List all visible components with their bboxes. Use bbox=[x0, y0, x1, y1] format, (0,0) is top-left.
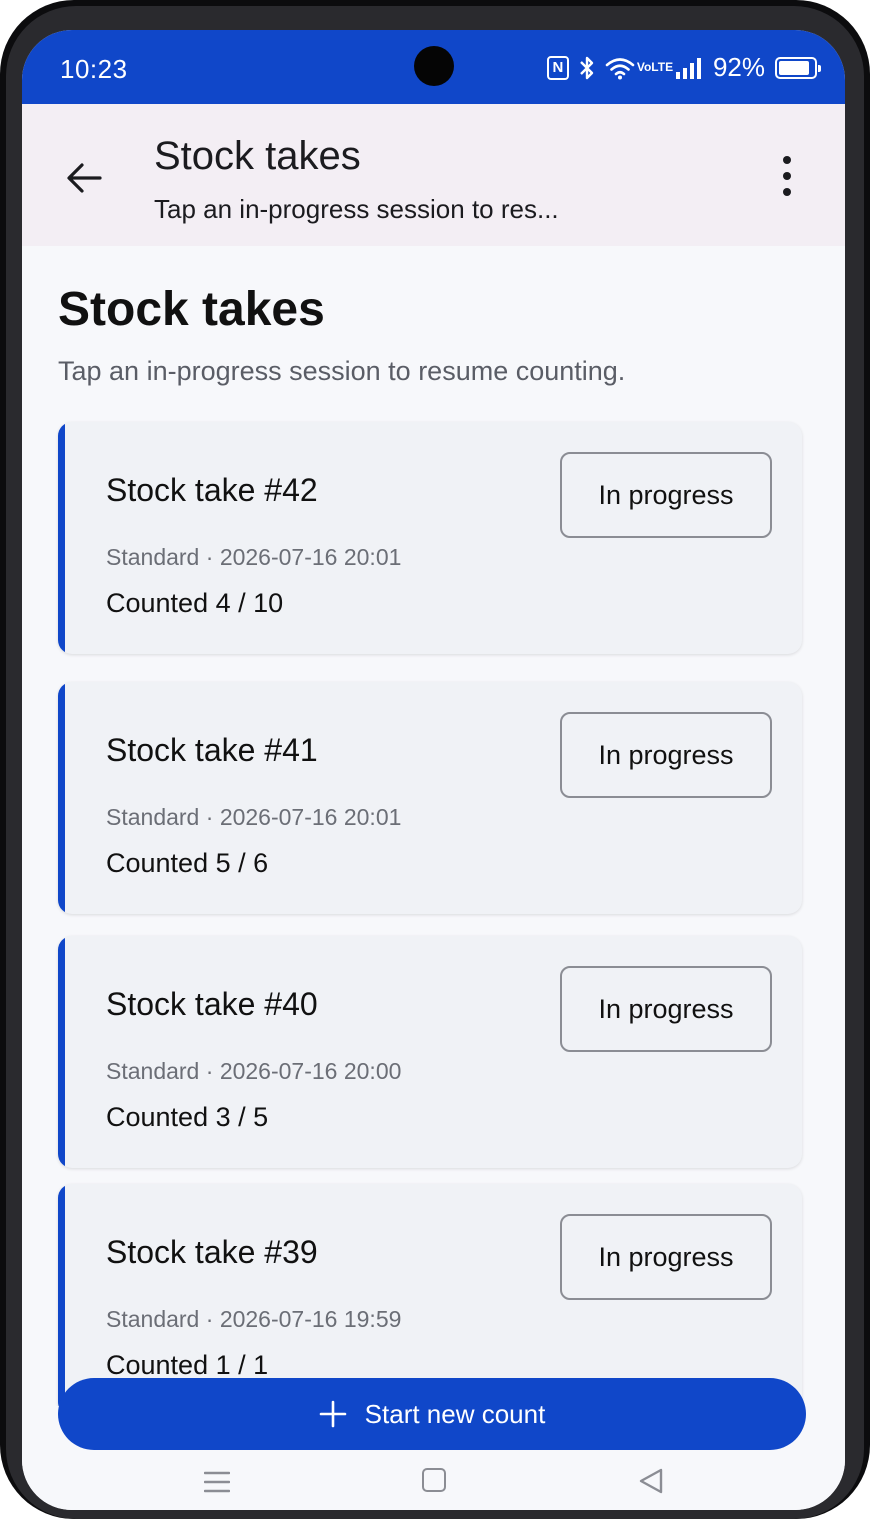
status-chip[interactable]: In progress bbox=[560, 1214, 772, 1300]
battery-icon bbox=[775, 56, 821, 79]
card-counted: Counted 5 / 6 bbox=[106, 848, 269, 878]
card-meta: Standard · 2026-07-16 20:01 bbox=[106, 804, 401, 831]
arrow-left-icon bbox=[67, 163, 102, 193]
card-meta: Standard · 2026-07-16 20:01 bbox=[106, 544, 401, 571]
status-bar: 10:23 N Vo LTE 92% bbox=[22, 30, 845, 104]
system-nav-bar bbox=[22, 1458, 845, 1510]
page-subtitle: Tap an in-progress session to resume cou… bbox=[58, 356, 626, 386]
home-icon[interactable] bbox=[422, 1468, 446, 1492]
card-counted: Counted 1 / 1 bbox=[106, 1350, 269, 1380]
card-date: 2026-07-16 20:01 bbox=[219, 804, 402, 830]
card-date: 2026-07-16 19:59 bbox=[219, 1306, 402, 1332]
card-type: Standard bbox=[106, 1058, 200, 1084]
card-counted: Counted 4 / 10 bbox=[106, 588, 284, 618]
status-icons: N Vo LTE 92% bbox=[546, 52, 821, 83]
card-type: Standard bbox=[106, 1306, 200, 1332]
card-date: 2026-07-16 20:00 bbox=[219, 1058, 402, 1084]
card-accent bbox=[58, 682, 65, 914]
volte-bottom: LTE bbox=[651, 60, 674, 74]
card-accent bbox=[58, 422, 65, 654]
card-title: Stock take #42 bbox=[106, 472, 318, 508]
meta-separator: · bbox=[205, 1058, 214, 1084]
signal-icon bbox=[675, 57, 703, 79]
device-frame: 10:23 N Vo LTE 92% Stock takes Tap an in… bbox=[0, 0, 870, 1519]
volte-top: Vo bbox=[636, 60, 652, 74]
battery-fill bbox=[779, 60, 810, 75]
app-bar-subtitle: Tap an in-progress session to res... bbox=[154, 194, 559, 224]
battery-percent: 92% bbox=[712, 52, 765, 82]
app-bar: Stock takes Tap an in-progress session t… bbox=[22, 104, 845, 246]
card-date: 2026-07-16 20:01 bbox=[219, 544, 402, 570]
bluetooth-icon bbox=[579, 55, 595, 81]
app-bar-title: Stock takes bbox=[154, 134, 361, 178]
stock-take-list[interactable]: Stock takes Tap an in-progress session t… bbox=[22, 246, 845, 1406]
nfc-icon: N bbox=[546, 55, 569, 80]
card-accent bbox=[58, 1184, 65, 1406]
stock-take-card[interactable]: Stock take #39 Standard · 2026-07-16 19:… bbox=[58, 1184, 802, 1406]
card-meta: Standard · 2026-07-16 19:59 bbox=[106, 1306, 401, 1333]
status-chip[interactable]: In progress bbox=[560, 712, 772, 798]
camera-cutout bbox=[414, 46, 454, 86]
status-time: 10:23 bbox=[60, 54, 128, 84]
stock-take-card[interactable]: Stock take #41 Standard · 2026-07-16 20:… bbox=[58, 682, 802, 914]
page-title: Stock takes bbox=[58, 283, 325, 336]
card-type: Standard bbox=[106, 804, 200, 830]
nav-back-icon[interactable] bbox=[638, 1468, 664, 1499]
card-title: Stock take #40 bbox=[106, 986, 318, 1022]
start-new-count-label: Start new count bbox=[364, 1398, 546, 1429]
volte-icon: Vo LTE bbox=[637, 61, 673, 73]
card-title: Stock take #39 bbox=[106, 1234, 318, 1270]
more-vert-icon[interactable] bbox=[775, 156, 799, 196]
card-counted: Counted 3 / 5 bbox=[106, 1102, 269, 1132]
status-chip[interactable]: In progress bbox=[560, 966, 772, 1052]
stock-take-card[interactable]: Stock take #42 Standard · 2026-07-16 20:… bbox=[58, 422, 802, 654]
status-chip[interactable]: In progress bbox=[560, 452, 772, 538]
plus-icon bbox=[319, 1400, 346, 1428]
wifi-icon bbox=[605, 56, 635, 80]
card-title: Stock take #41 bbox=[106, 732, 318, 768]
card-meta: Standard · 2026-07-16 20:00 bbox=[106, 1058, 401, 1085]
screen: 10:23 N Vo LTE 92% Stock takes Tap an in… bbox=[22, 30, 845, 1510]
meta-separator: · bbox=[205, 804, 214, 830]
stock-take-card[interactable]: Stock take #40 Standard · 2026-07-16 20:… bbox=[58, 936, 802, 1168]
card-type: Standard bbox=[106, 544, 200, 570]
meta-separator: · bbox=[205, 1306, 214, 1332]
back-button[interactable] bbox=[62, 156, 106, 200]
recents-icon[interactable] bbox=[203, 1470, 231, 1499]
meta-separator: · bbox=[205, 544, 214, 570]
card-accent bbox=[58, 936, 65, 1168]
start-new-count-button[interactable]: Start new count bbox=[58, 1378, 806, 1450]
